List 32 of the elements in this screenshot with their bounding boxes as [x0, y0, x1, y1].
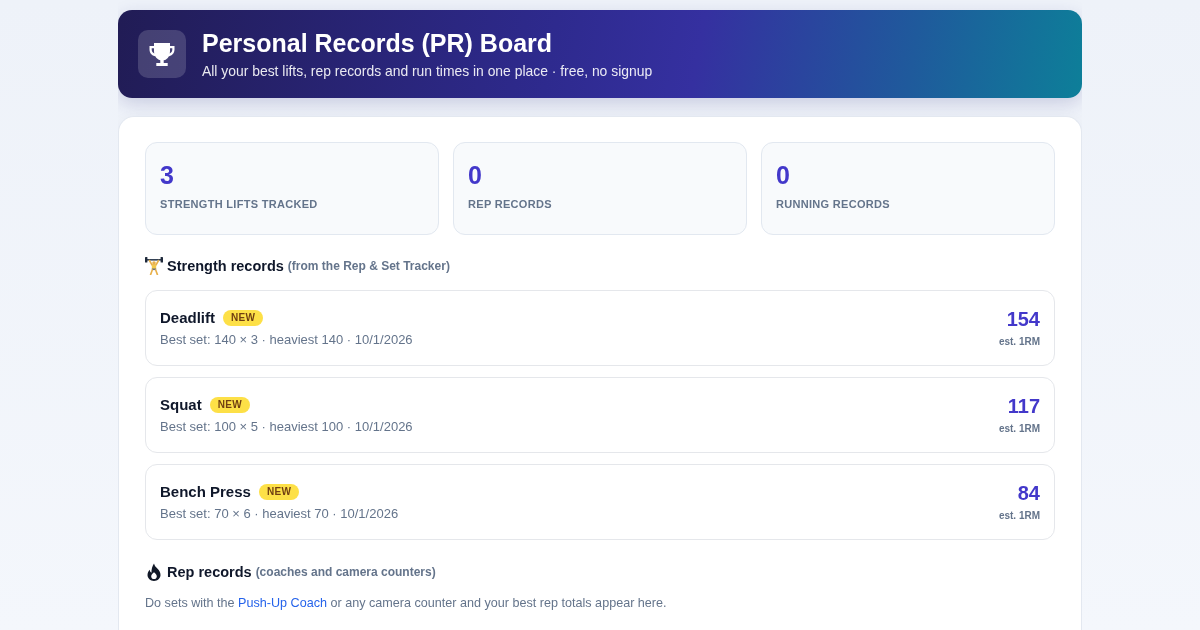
push-up-coach-link[interactable]: Push-Up Coach — [238, 596, 327, 610]
record-value-label: est. 1RM — [998, 509, 1040, 523]
empty-state-text: Do sets with the Push-Up Coach or any camera counter and your best rep totals appear here. — [145, 595, 668, 612]
record-value: 154 — [1006, 307, 1040, 331]
stat-value: 0 — [776, 161, 790, 189]
flame-icon — [145, 563, 163, 581]
record-value-label: est. 1RM — [998, 335, 1040, 349]
weightlifter-icon — [145, 257, 163, 275]
stat-value: 0 — [468, 161, 482, 189]
record-name: Deadlift — [160, 307, 215, 328]
record-name: Squat — [160, 394, 202, 415]
record-value: 84 — [1017, 481, 1040, 505]
page-title: Personal Records (PR) Board — [202, 28, 553, 58]
record-value: 117 — [1007, 394, 1040, 418]
new-badge: NEW — [223, 309, 264, 326]
record-name: Bench Press — [160, 481, 251, 502]
section-note: (from the Rep & Set Tracker) — [287, 258, 450, 275]
record-value-label: est. 1RM — [998, 422, 1040, 436]
stat-label: STRENGTH LIFTS TRACKED — [160, 197, 318, 211]
record-detail: Best set: 100 × 5 · heaviest 100 · 10/1/2026 — [160, 417, 413, 436]
stat-label: REP RECORDS — [468, 197, 552, 211]
section-title: Strength records — [167, 257, 284, 276]
stat-label: RUNNING RECORDS — [776, 197, 890, 211]
stat-value: 3 — [160, 161, 174, 189]
section-title: Rep records — [167, 563, 252, 582]
page-subtitle: All your best lifts, rep records and run times in one place · free, no signup — [202, 61, 653, 80]
record-detail: Best set: 140 × 3 · heaviest 140 · 10/1/2026 — [160, 330, 413, 349]
record-detail: Best set: 70 × 6 · heaviest 70 · 10/1/2026 — [160, 504, 399, 523]
trophy-icon — [138, 30, 186, 78]
new-badge: NEW — [258, 483, 300, 500]
new-badge: NEW — [209, 396, 250, 413]
section-note: (coaches and camera counters) — [255, 564, 436, 581]
